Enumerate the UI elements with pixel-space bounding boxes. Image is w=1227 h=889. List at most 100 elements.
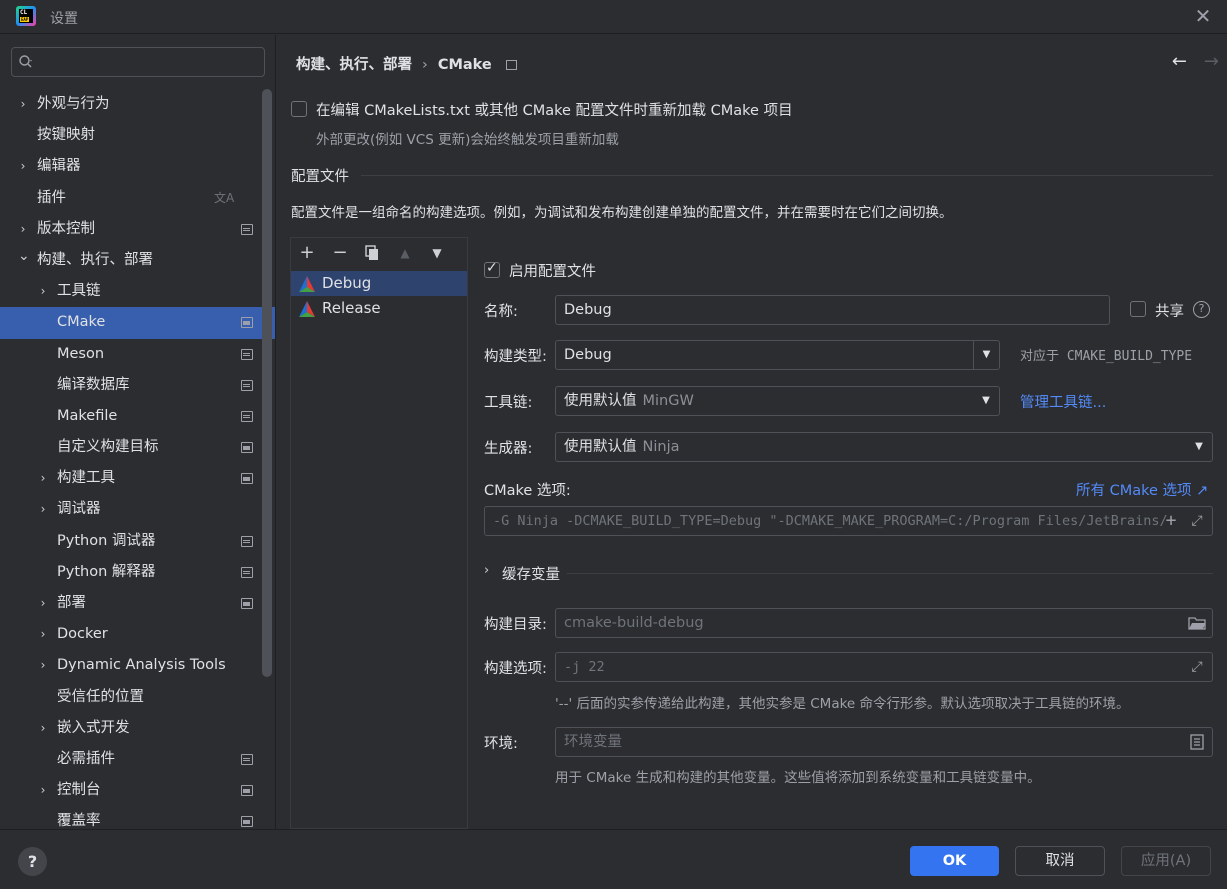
chevron-down-icon[interactable]: ▼ (1186, 433, 1212, 461)
chevron-right-icon[interactable]: › (38, 775, 48, 806)
close-icon[interactable]: ✕ (1193, 6, 1213, 26)
profiles-section-title: 配置文件 (291, 169, 349, 185)
sidebar-item-python-解释器[interactable]: Python 解释器 (0, 557, 275, 588)
sidebar-item-覆盖率[interactable]: 覆盖率 (0, 806, 275, 829)
chevron-right-icon[interactable]: › (38, 588, 48, 619)
chevron-right-icon[interactable]: › (38, 463, 48, 494)
project-settings-icon (241, 566, 253, 578)
add-icon[interactable]: + (296, 242, 318, 264)
sidebar-item-编辑器[interactable]: › 编辑器 (0, 151, 275, 182)
chevron-right-icon[interactable]: › (18, 151, 28, 182)
chevron-down-icon[interactable]: ⌄ (18, 241, 30, 272)
sidebar-item-cmake[interactable]: CMake (0, 307, 275, 339)
chevron-right-icon[interactable]: › (38, 619, 48, 650)
env-input[interactable]: 环境变量 (555, 727, 1213, 757)
chevron-right-icon[interactable]: › (18, 89, 28, 120)
move-up-icon[interactable]: ▲ (394, 242, 416, 264)
chevron-right-icon[interactable]: › (38, 650, 48, 681)
search-input[interactable] (44, 52, 254, 72)
sidebar-item-label: 外观与行为 (37, 96, 110, 112)
chevron-right-icon[interactable]: › (38, 494, 48, 525)
sidebar-scrollbar[interactable] (262, 89, 272, 677)
expand-icon[interactable]: ⤢ (1186, 653, 1208, 681)
sidebar-item-label: CMake (57, 314, 106, 331)
help-button[interactable]: ? (18, 847, 47, 876)
cache-vars-label[interactable]: 缓存变量 (502, 563, 560, 584)
generator-value: 使用默认值 (564, 439, 637, 455)
sidebar-item-控制台[interactable]: › 控制台 (0, 775, 275, 806)
cache-vars-chevron-icon[interactable]: › (484, 563, 489, 578)
name-input[interactable]: Debug (555, 295, 1110, 325)
sidebar-item-受信任的位置[interactable]: 受信任的位置 (0, 682, 275, 713)
search-box[interactable] (11, 47, 265, 77)
build-options-input[interactable]: -j 22 ⤢ (555, 652, 1213, 682)
sidebar-item-插件[interactable]: 插件 文A (0, 183, 275, 214)
chevron-down-icon[interactable]: ▼ (973, 387, 999, 415)
sidebar-item-meson[interactable]: Meson (0, 339, 275, 370)
sidebar-item-构建工具[interactable]: › 构建工具 (0, 463, 275, 494)
profile-item-debug[interactable]: Debug (291, 271, 467, 296)
move-down-icon[interactable]: ▼ (426, 242, 448, 264)
sidebar-item-makefile[interactable]: Makefile (0, 401, 275, 432)
chevron-right-icon[interactable]: › (38, 276, 48, 307)
sidebar-item-版本控制[interactable]: › 版本控制 (0, 214, 275, 245)
sidebar-item-嵌入式开发[interactable]: › 嵌入式开发 (0, 713, 275, 744)
cmake-options-label: CMake 选项: (484, 483, 571, 499)
folder-icon[interactable] (1186, 609, 1208, 637)
document-icon[interactable] (1186, 728, 1208, 756)
cmake-options-value: -G Ninja -DCMAKE_BUILD_TYPE=Debug "-DCMA… (493, 513, 1168, 529)
profiles-toolbar: + − ▲ ▼ (291, 238, 467, 270)
cmake-options-input[interactable]: -G Ninja -DCMAKE_BUILD_TYPE=Debug "-DCMA… (484, 506, 1213, 536)
translate-icon: 文A (214, 190, 235, 205)
sidebar-item-部署[interactable]: › 部署 (0, 588, 275, 619)
remove-icon[interactable]: − (329, 242, 351, 264)
project-settings-icon (241, 535, 253, 547)
copy-icon[interactable] (361, 242, 383, 264)
sidebar-item-构建执行部署[interactable]: ⌄ 构建、执行、部署 (0, 245, 275, 276)
breadcrumb-separator: › (422, 57, 428, 73)
sidebar-item-label: 构建、执行、部署 (37, 251, 153, 268)
build-type-combo[interactable]: Debug ▼ (555, 340, 1000, 370)
expand-icon[interactable]: ⤢ (1186, 507, 1208, 535)
enable-profile-label[interactable]: 启用配置文件 (509, 260, 596, 281)
sidebar-item-label: Makefile (57, 407, 118, 424)
app-logo-icon: CL EAP (16, 6, 36, 26)
sidebar-item-label: Python 调试器 (57, 532, 156, 549)
generator-select[interactable]: 使用默认值 Ninja ▼ (555, 432, 1213, 462)
sidebar-item-自定义构建目标[interactable]: 自定义构建目标 (0, 432, 275, 463)
sidebar-item-工具链[interactable]: › 工具链 (0, 276, 275, 307)
chevron-right-icon[interactable]: › (38, 713, 48, 744)
sidebar-item-label: Python 解释器 (57, 563, 156, 580)
cancel-button[interactable]: 取消 (1015, 846, 1105, 876)
sidebar-item-python-调试器[interactable]: Python 调试器 (0, 526, 275, 557)
forward-arrow-icon[interactable]: → (1204, 51, 1219, 72)
sidebar-item-调试器[interactable]: › 调试器 (0, 494, 275, 525)
back-arrow-icon[interactable]: ← (1172, 51, 1187, 72)
sidebar-item-dynamic-analysis-tools[interactable]: › Dynamic Analysis Tools (0, 650, 275, 681)
all-cmake-options-link[interactable]: 所有 CMake 选项 ↗ (1076, 479, 1208, 500)
ok-button[interactable]: OK (910, 846, 999, 876)
share-checkbox[interactable] (1130, 301, 1146, 317)
breadcrumb-parent[interactable]: 构建、执行、部署 (296, 57, 412, 73)
reload-label[interactable]: 在编辑 CMakeLists.txt 或其他 CMake 配置文件时重新加载 C… (316, 99, 793, 120)
toolchain-select[interactable]: 使用默认值 MinGW ▼ (555, 386, 1000, 416)
sidebar-item-按键映射[interactable]: 按键映射 (0, 120, 275, 151)
share-label[interactable]: 共享 (1155, 300, 1184, 321)
name-label: 名称: (484, 304, 518, 320)
build-dir-input[interactable]: cmake-build-debug (555, 608, 1213, 638)
chevron-down-icon[interactable]: ▼ (973, 341, 999, 369)
sidebar-item-编译数据库[interactable]: 编译数据库 (0, 370, 275, 401)
help-icon[interactable]: ? (1193, 301, 1210, 318)
sidebar-item-docker[interactable]: › Docker (0, 619, 275, 650)
enable-profile-checkbox[interactable] (484, 260, 500, 278)
generator-sub: Ninja (642, 439, 680, 455)
profile-item-release[interactable]: Release (291, 296, 467, 321)
settings-sidebar: › 外观与行为 按键映射 › 编辑器 插件 文A › 版本控制 ⌄ 构建、执行、部署 › 工具链 CMak… (0, 35, 276, 829)
sidebar-item-label: 插件 (37, 189, 66, 206)
reload-checkbox[interactable] (291, 101, 307, 117)
sidebar-item-外观与行为[interactable]: › 外观与行为 (0, 89, 275, 120)
add-macro-icon[interactable]: + (1160, 507, 1182, 535)
apply-button[interactable]: 应用(A) (1121, 846, 1211, 876)
sidebar-item-必需插件[interactable]: 必需插件 (0, 744, 275, 775)
manage-toolchains-link[interactable]: 管理工具链... (1020, 391, 1106, 412)
